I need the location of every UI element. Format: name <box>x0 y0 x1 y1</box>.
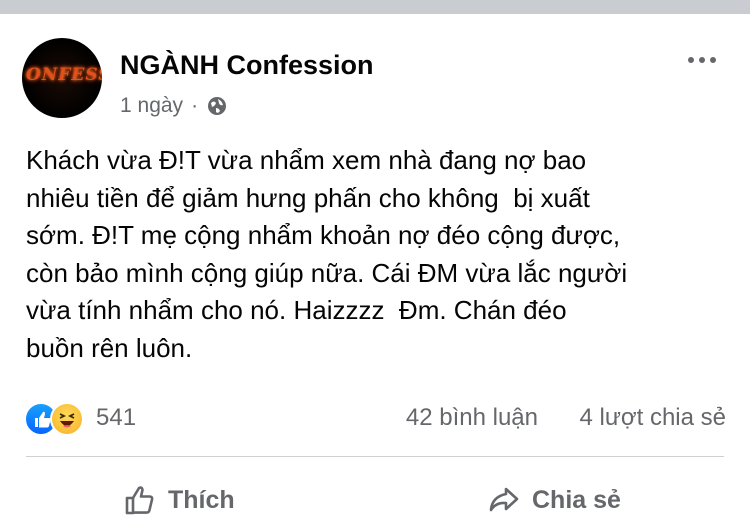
share-label: Chia sẻ <box>532 485 621 514</box>
reaction-count[interactable]: 541 <box>96 404 136 432</box>
more-dot <box>699 57 705 63</box>
post-meta: 1 ngày · <box>120 94 228 118</box>
avatar[interactable]: ONFESSION <box>22 38 102 118</box>
post-body-text: Khách vừa Đ!T vừa nhẩm xem nhà đang nợ b… <box>26 145 628 363</box>
post-stats: 541 42 bình luận 4 lượt chia sẻ <box>24 400 728 436</box>
globe-icon <box>206 95 228 117</box>
post-time[interactable]: 1 ngày <box>120 94 183 118</box>
avatar-logo-text: ONFESSION <box>26 65 102 85</box>
more-options-button[interactable] <box>682 50 722 70</box>
more-dot <box>710 57 716 63</box>
thumbs-up-icon <box>122 482 158 518</box>
comments-count[interactable]: 42 bình luận <box>406 404 538 432</box>
share-arrow-icon <box>486 482 522 518</box>
like-label: Thích <box>168 485 235 514</box>
share-button[interactable]: Chia sẻ <box>486 480 621 520</box>
meta-separator: · <box>191 94 199 117</box>
reaction-icons[interactable] <box>24 402 88 436</box>
more-horizontal-icon <box>688 57 694 63</box>
top-strip <box>0 0 750 14</box>
haha-reaction-icon <box>50 402 84 436</box>
post-card: ONFESSION NGÀNH Confession 1 ngày · Khác… <box>0 14 750 528</box>
divider <box>26 456 724 457</box>
post-header: ONFESSION NGÀNH Confession 1 ngày · <box>22 38 722 118</box>
post-actions: Thích Chia sẻ <box>26 480 724 520</box>
like-button[interactable]: Thích <box>122 480 235 520</box>
shares-count[interactable]: 4 lượt chia sẻ <box>579 404 726 432</box>
page-name[interactable]: NGÀNH Confession <box>120 50 374 81</box>
